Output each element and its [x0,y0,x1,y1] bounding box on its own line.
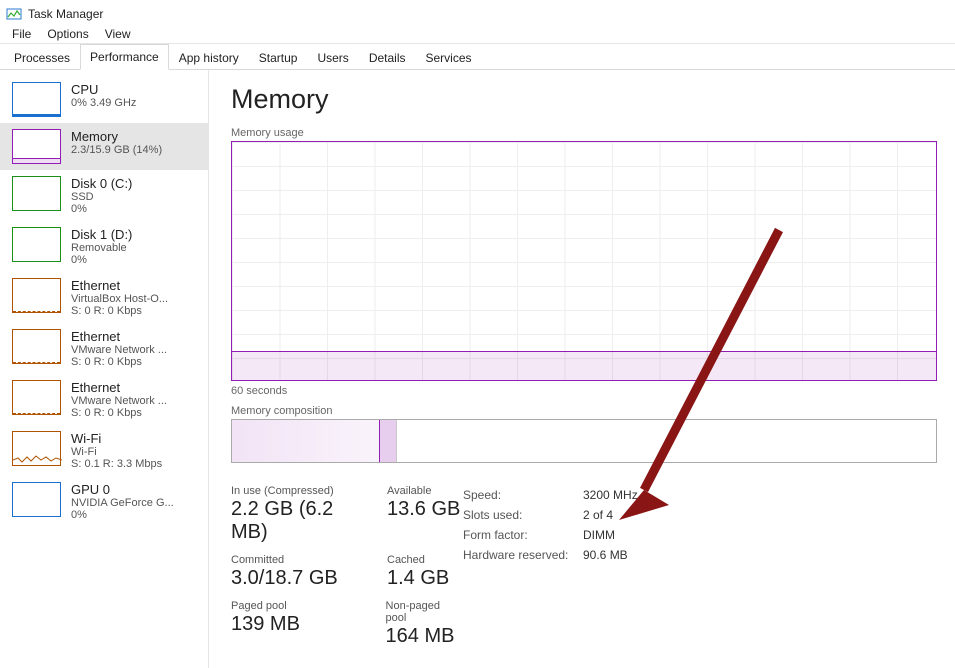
sidebar-item-sub: NVIDIA GeForce G... [71,497,200,509]
speed-label: Speed: [463,485,583,505]
task-manager-icon [6,6,22,22]
nonpaged-value: 164 MB [386,625,463,648]
disk-thumb-icon [12,227,61,262]
sidebar-item-sub: VMware Network ... [71,344,200,356]
menu-view[interactable]: View [97,25,139,43]
sidebar-item-sub: Wi-Fi [71,446,200,458]
sidebar-item-ethernet-2[interactable]: Ethernet VMware Network ... S: 0 R: 0 Kb… [0,323,208,374]
sidebar-item-sub2: S: 0.1 R: 3.3 Mbps [71,458,200,470]
sidebar-item-sub2: 0% [71,254,200,266]
available-label: Available [387,485,460,497]
memory-composition-label: Memory composition [231,405,937,417]
memory-thumb-icon [12,129,61,164]
hw-label: Hardware reserved: [463,545,583,565]
wifi-thumb-icon [12,431,61,466]
sidebar-item-sub: 0% 3.49 GHz [71,97,200,109]
main-panel: Memory Memory usage 60 seconds Memory co… [209,70,955,668]
tab-apphistory[interactable]: App history [169,45,249,70]
paged-value: 139 MB [231,613,370,636]
inuse-label: In use (Compressed) [231,485,371,497]
hw-value: 90.6 MB [583,545,628,565]
paged-label: Paged pool [231,600,370,612]
tab-startup[interactable]: Startup [249,45,308,70]
cached-value: 1.4 GB [387,567,449,590]
sidebar-item-disk1[interactable]: Disk 1 (D:) Removable 0% [0,221,208,272]
available-value: 13.6 GB [387,498,460,521]
form-value: DIMM [583,525,615,545]
inuse-value: 2.2 GB (6.2 MB) [231,498,371,544]
sidebar-item-sub: 2.3/15.9 GB (14%) [71,144,200,156]
slots-label: Slots used: [463,505,583,525]
committed-value: 3.0/18.7 GB [231,567,371,590]
sidebar-item-label: Ethernet [71,278,200,293]
sidebar-item-sub2: 0% [71,203,200,215]
sidebar-item-gpu0[interactable]: GPU 0 NVIDIA GeForce G... 0% [0,476,208,527]
window-title: Task Manager [28,7,103,21]
gpu-thumb-icon [12,482,61,517]
sidebar-item-ethernet-3[interactable]: Ethernet VMware Network ... S: 0 R: 0 Kb… [0,374,208,425]
speed-value: 3200 MHz [583,485,638,505]
committed-label: Committed [231,554,371,566]
tab-processes[interactable]: Processes [4,45,80,70]
menu-options[interactable]: Options [39,25,96,43]
sidebar-item-sub: SSD [71,191,200,203]
sidebar-item-label: Disk 0 (C:) [71,176,200,191]
sidebar-item-label: Wi-Fi [71,431,200,446]
sidebar-item-sub2: S: 0 R: 0 Kbps [71,356,200,368]
sidebar-item-ethernet-1[interactable]: Ethernet VirtualBox Host-O... S: 0 R: 0 … [0,272,208,323]
slots-value: 2 of 4 [583,505,613,525]
sidebar-item-memory[interactable]: Memory 2.3/15.9 GB (14%) [0,123,208,170]
sidebar-item-cpu[interactable]: CPU 0% 3.49 GHz [0,76,208,123]
title-bar: Task Manager [0,0,955,24]
disk-thumb-icon [12,176,61,211]
page-title: Memory [231,84,937,115]
tab-bar: Processes Performance App history Startu… [0,44,955,70]
sidebar-item-sub2: 0% [71,509,200,521]
sidebar-item-label: Ethernet [71,329,200,344]
tab-users[interactable]: Users [307,45,358,70]
sidebar-item-sub: Removable [71,242,200,254]
sidebar-item-label: Memory [71,129,200,144]
sidebar-item-label: Disk 1 (D:) [71,227,200,242]
ethernet-thumb-icon [12,380,61,415]
memory-composition-chart[interactable] [231,419,937,463]
sidebar-item-sub2: S: 0 R: 0 Kbps [71,407,200,419]
menu-file[interactable]: File [4,25,39,43]
sidebar-item-label: Ethernet [71,380,200,395]
ethernet-thumb-icon [12,278,61,313]
memory-usage-label: Memory usage [231,127,937,139]
ethernet-thumb-icon [12,329,61,364]
memory-usage-chart[interactable] [231,141,937,381]
nonpaged-label: Non-paged pool [386,600,463,624]
cached-label: Cached [387,554,449,566]
sidebar-item-label: CPU [71,82,200,97]
sidebar-item-sub: VMware Network ... [71,395,200,407]
form-label: Form factor: [463,525,583,545]
sidebar-item-wifi[interactable]: Wi-Fi Wi-Fi S: 0.1 R: 3.3 Mbps [0,425,208,476]
cpu-thumb-icon [12,82,61,117]
tab-details[interactable]: Details [359,45,416,70]
menu-bar: File Options View [0,24,955,44]
performance-sidebar: CPU 0% 3.49 GHz Memory 2.3/15.9 GB (14%)… [0,70,209,668]
sidebar-item-label: GPU 0 [71,482,200,497]
axis-left-label: 60 seconds [231,385,287,397]
sidebar-item-sub2: S: 0 R: 0 Kbps [71,305,200,317]
sidebar-item-sub: VirtualBox Host-O... [71,293,200,305]
tab-performance[interactable]: Performance [80,44,169,70]
sidebar-item-disk0[interactable]: Disk 0 (C:) SSD 0% [0,170,208,221]
tab-services[interactable]: Services [416,45,482,70]
